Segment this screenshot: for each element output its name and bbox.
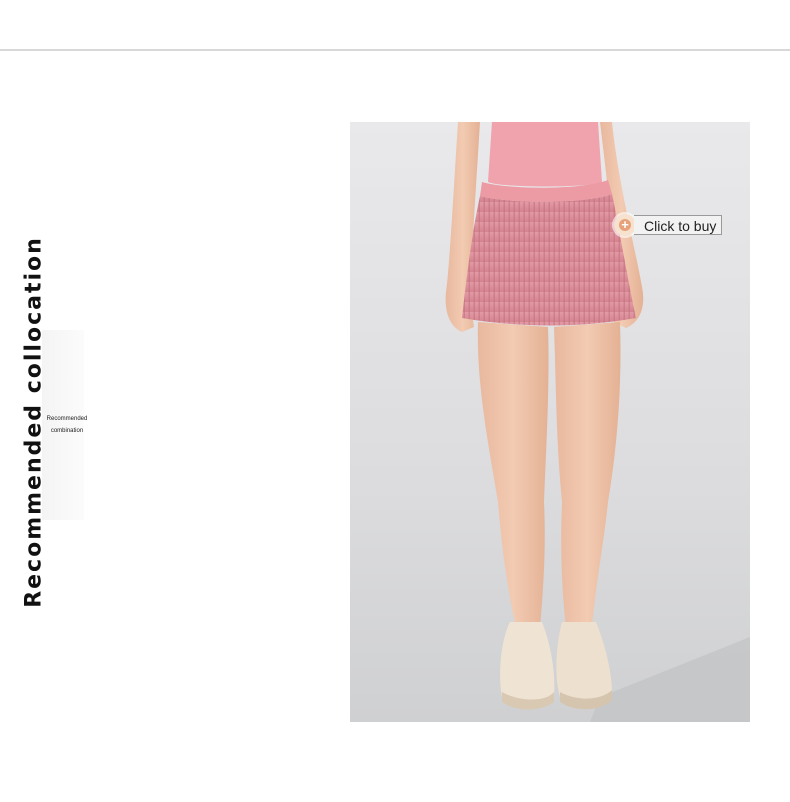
top-divider (0, 49, 790, 51)
click-to-buy-button[interactable]: + Click to buy (612, 213, 724, 237)
product-photo[interactable] (350, 122, 750, 722)
plus-icon[interactable]: + (614, 214, 636, 236)
section-subtitle: Recommended combination (42, 413, 92, 437)
click-to-buy-label[interactable]: Click to buy (634, 215, 722, 235)
subtitle-line-1: Recommended (46, 416, 88, 422)
subtitle-line-2: combination (50, 428, 84, 434)
